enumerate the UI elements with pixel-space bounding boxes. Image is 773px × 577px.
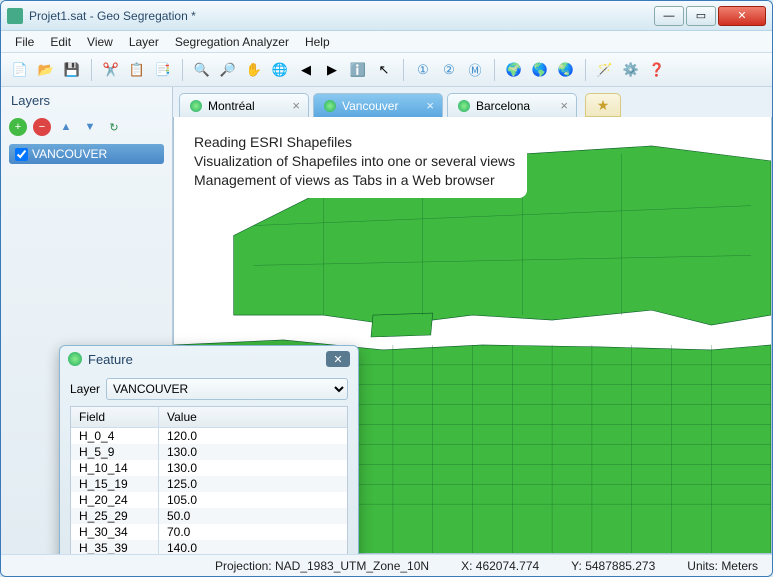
pointer-icon[interactable]: ↖: [373, 59, 395, 81]
status-units: Units: Meters: [687, 559, 758, 573]
cut-icon[interactable]: ✂️: [100, 59, 122, 81]
move-up-icon[interactable]: ▲: [57, 118, 75, 136]
app-icon: [7, 8, 23, 24]
tab-close-icon[interactable]: ×: [292, 98, 300, 113]
tab-close-icon[interactable]: ×: [560, 98, 568, 113]
info-line: Management of views as Tabs in a Web bro…: [194, 171, 515, 190]
next-extent-icon[interactable]: ▶: [321, 59, 343, 81]
tab-label: Montréal: [208, 99, 255, 113]
menu-file[interactable]: File: [9, 33, 40, 51]
copy-icon[interactable]: 📋: [126, 59, 148, 81]
table-row: H_35_39140.0: [71, 540, 347, 554]
table-row: H_20_24105.0: [71, 492, 347, 508]
table-row: H_10_14130.0: [71, 460, 347, 476]
menubar: File Edit View Layer Segregation Analyze…: [1, 31, 772, 53]
tab-montreal[interactable]: Montréal ×: [179, 93, 309, 117]
dialog-body: Layer VANCOUVER Field Value H_0_4120.0 H…: [60, 372, 358, 554]
identify-icon[interactable]: ℹ️: [347, 59, 369, 81]
toolbar: 📄 📂 💾 ✂️ 📋 📑 🔍 🔎 ✋ 🌐 ◀ ▶ ℹ️ ↖ ① ② Ⓜ 🌍 🌎 …: [1, 53, 772, 87]
layer-select-label: Layer: [70, 382, 100, 396]
add-layer-icon[interactable]: +: [9, 118, 27, 136]
full-extent-icon[interactable]: 🌐: [269, 59, 291, 81]
wand-icon[interactable]: 🪄: [594, 59, 616, 81]
globe-a-icon[interactable]: 🌍: [503, 59, 525, 81]
zoom-in-icon[interactable]: 🔍: [191, 59, 213, 81]
layer-list: VANCOUVER: [9, 144, 164, 164]
layer-item-label: VANCOUVER: [32, 147, 107, 161]
tab-close-icon[interactable]: ×: [426, 98, 434, 113]
col-value-header[interactable]: Value: [159, 407, 347, 427]
prev-extent-icon[interactable]: ◀: [295, 59, 317, 81]
table-row: H_15_19125.0: [71, 476, 347, 492]
content-area: Layers + − ▲ ▼ ↻ VANCOUVER Montréal: [1, 87, 772, 554]
table-row: H_30_3470.0: [71, 524, 347, 540]
app-window: Projet1.sat - Geo Segregation * — ▭ ✕ Fi…: [0, 0, 773, 577]
globe-c-icon[interactable]: 🌏: [555, 59, 577, 81]
menu-help[interactable]: Help: [299, 33, 336, 51]
globe-icon: [458, 100, 470, 112]
remove-layer-icon[interactable]: −: [33, 118, 51, 136]
minimize-button[interactable]: —: [654, 6, 684, 26]
globe-icon: [190, 100, 202, 112]
table-row: H_0_4120.0: [71, 428, 347, 444]
tab-barcelona[interactable]: Barcelona ×: [447, 93, 577, 117]
close-button[interactable]: ✕: [718, 6, 766, 26]
pan-icon[interactable]: ✋: [243, 59, 265, 81]
menu-view[interactable]: View: [81, 33, 119, 51]
tabbar: Montréal × Vancouver × Barcelona × ★: [173, 87, 772, 117]
layer-item-vancouver[interactable]: VANCOUVER: [9, 144, 164, 164]
layer-toolbar: + − ▲ ▼ ↻: [1, 114, 172, 140]
tab-label: Vancouver: [342, 99, 398, 113]
status-x: X: 462074.774: [461, 559, 539, 573]
maximize-button[interactable]: ▭: [686, 6, 716, 26]
new-doc-icon[interactable]: 📄: [9, 59, 31, 81]
layer-select[interactable]: VANCOUVER: [106, 378, 348, 400]
grid-body[interactable]: H_0_4120.0 H_5_9130.0 H_10_14130.0 H_15_…: [71, 428, 347, 554]
feature-grid: Field Value H_0_4120.0 H_5_9130.0 H_10_1…: [70, 406, 348, 554]
tool-m-icon[interactable]: Ⓜ: [464, 59, 486, 81]
titlebar[interactable]: Projet1.sat - Geo Segregation * — ▭ ✕: [1, 1, 772, 31]
table-row: H_5_9130.0: [71, 444, 347, 460]
info-line: Reading ESRI Shapefiles: [194, 133, 515, 152]
tab-vancouver[interactable]: Vancouver ×: [313, 93, 443, 117]
statusbar: Projection: NAD_1983_UTM_Zone_10N X: 462…: [1, 554, 772, 576]
globe-b-icon[interactable]: 🌎: [529, 59, 551, 81]
paste-icon[interactable]: 📑: [152, 59, 174, 81]
status-projection: Projection: NAD_1983_UTM_Zone_10N: [215, 559, 429, 573]
move-down-icon[interactable]: ▼: [81, 118, 99, 136]
feature-dialog[interactable]: Feature ✕ Layer VANCOUVER Field Value: [59, 345, 359, 554]
open-icon[interactable]: 📂: [35, 59, 57, 81]
dialog-titlebar[interactable]: Feature ✕: [60, 346, 358, 372]
tab-label: Barcelona: [476, 99, 530, 113]
zoom-out-icon[interactable]: 🔎: [217, 59, 239, 81]
refresh-layer-icon[interactable]: ↻: [105, 118, 123, 136]
table-row: H_25_2950.0: [71, 508, 347, 524]
menu-edit[interactable]: Edit: [44, 33, 77, 51]
info-overlay: Reading ESRI Shapefiles Visualization of…: [182, 127, 527, 198]
menu-layer[interactable]: Layer: [123, 33, 165, 51]
window-title: Projet1.sat - Geo Segregation *: [29, 9, 654, 23]
menu-segregation[interactable]: Segregation Analyzer: [169, 33, 295, 51]
dialog-close-button[interactable]: ✕: [326, 351, 350, 367]
sidebar-title: Layers: [1, 87, 172, 114]
info-line: Visualization of Shapefiles into one or …: [194, 152, 515, 171]
dialog-icon: [68, 352, 82, 366]
tool-1-icon[interactable]: ①: [412, 59, 434, 81]
save-icon[interactable]: 💾: [61, 59, 83, 81]
globe-icon: [324, 100, 336, 112]
tool-2-icon[interactable]: ②: [438, 59, 460, 81]
help-icon[interactable]: ❓: [646, 59, 668, 81]
status-y: Y: 5487885.273: [571, 559, 655, 573]
new-tab-button[interactable]: ★: [585, 93, 621, 117]
dialog-title: Feature: [88, 352, 133, 367]
col-field-header[interactable]: Field: [71, 407, 159, 427]
settings-icon[interactable]: ⚙️: [620, 59, 642, 81]
layer-visibility-checkbox[interactable]: [15, 148, 28, 161]
